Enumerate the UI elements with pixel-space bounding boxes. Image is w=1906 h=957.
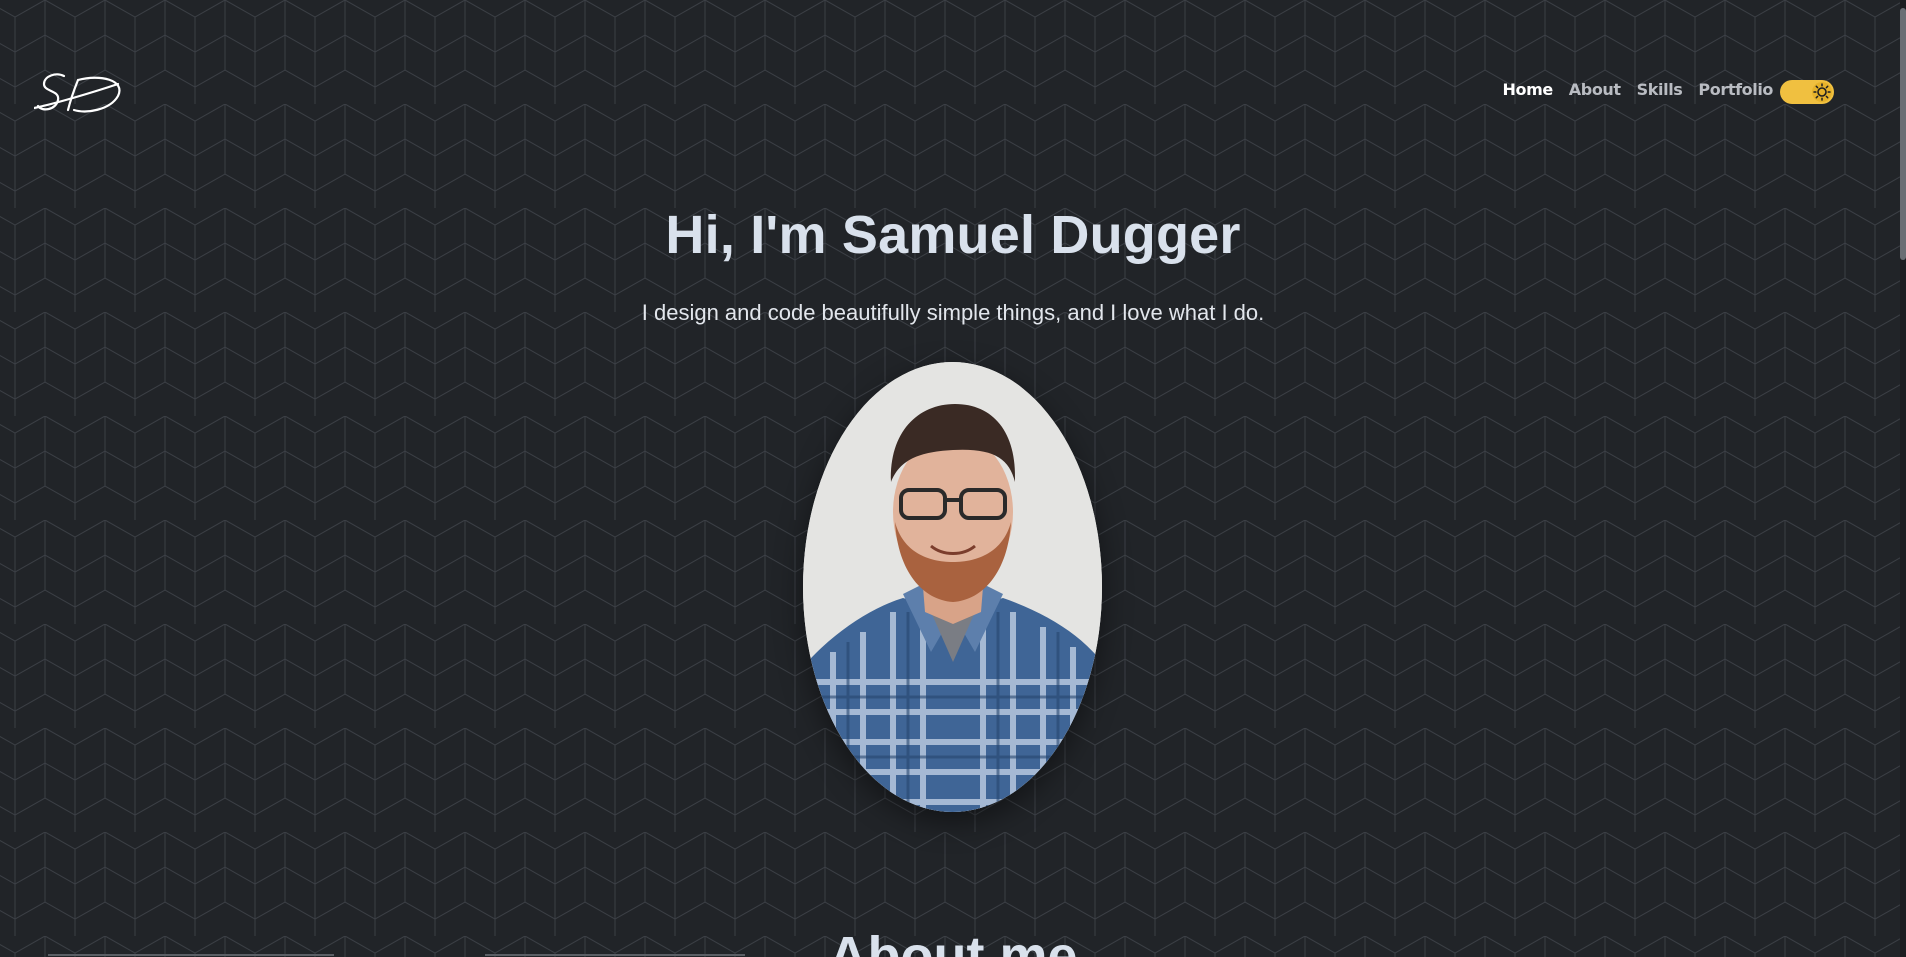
nav-about-link[interactable]: About — [1569, 80, 1621, 99]
about-section-heading: About me — [828, 926, 1078, 957]
main-nav: Home About Skills Portfolio — [1486, 80, 1773, 99]
toggle-knob — [1812, 82, 1832, 102]
scrollbar-thumb[interactable] — [1900, 8, 1906, 260]
page-scrollbar[interactable] — [1900, 0, 1906, 957]
page: Home About Skills Portfolio Hi, I'm Samu… — [0, 0, 1906, 957]
profile-photo-illustration — [803, 362, 1102, 812]
nav-home-link[interactable]: Home — [1502, 80, 1553, 99]
site-header: Home About Skills Portfolio — [0, 0, 1906, 190]
nav-portfolio-link[interactable]: Portfolio — [1698, 80, 1773, 99]
sd-logo[interactable] — [34, 70, 126, 120]
nav-skills-link[interactable]: Skills — [1637, 80, 1683, 99]
theme-toggle-switch[interactable] — [1780, 80, 1834, 104]
profile-photo — [803, 362, 1102, 812]
hero-subtitle: I design and code beautifully simple thi… — [641, 300, 1265, 325]
sun-icon — [1813, 83, 1831, 101]
hero-title: Hi, I'm Samuel Dugger — [665, 205, 1241, 265]
